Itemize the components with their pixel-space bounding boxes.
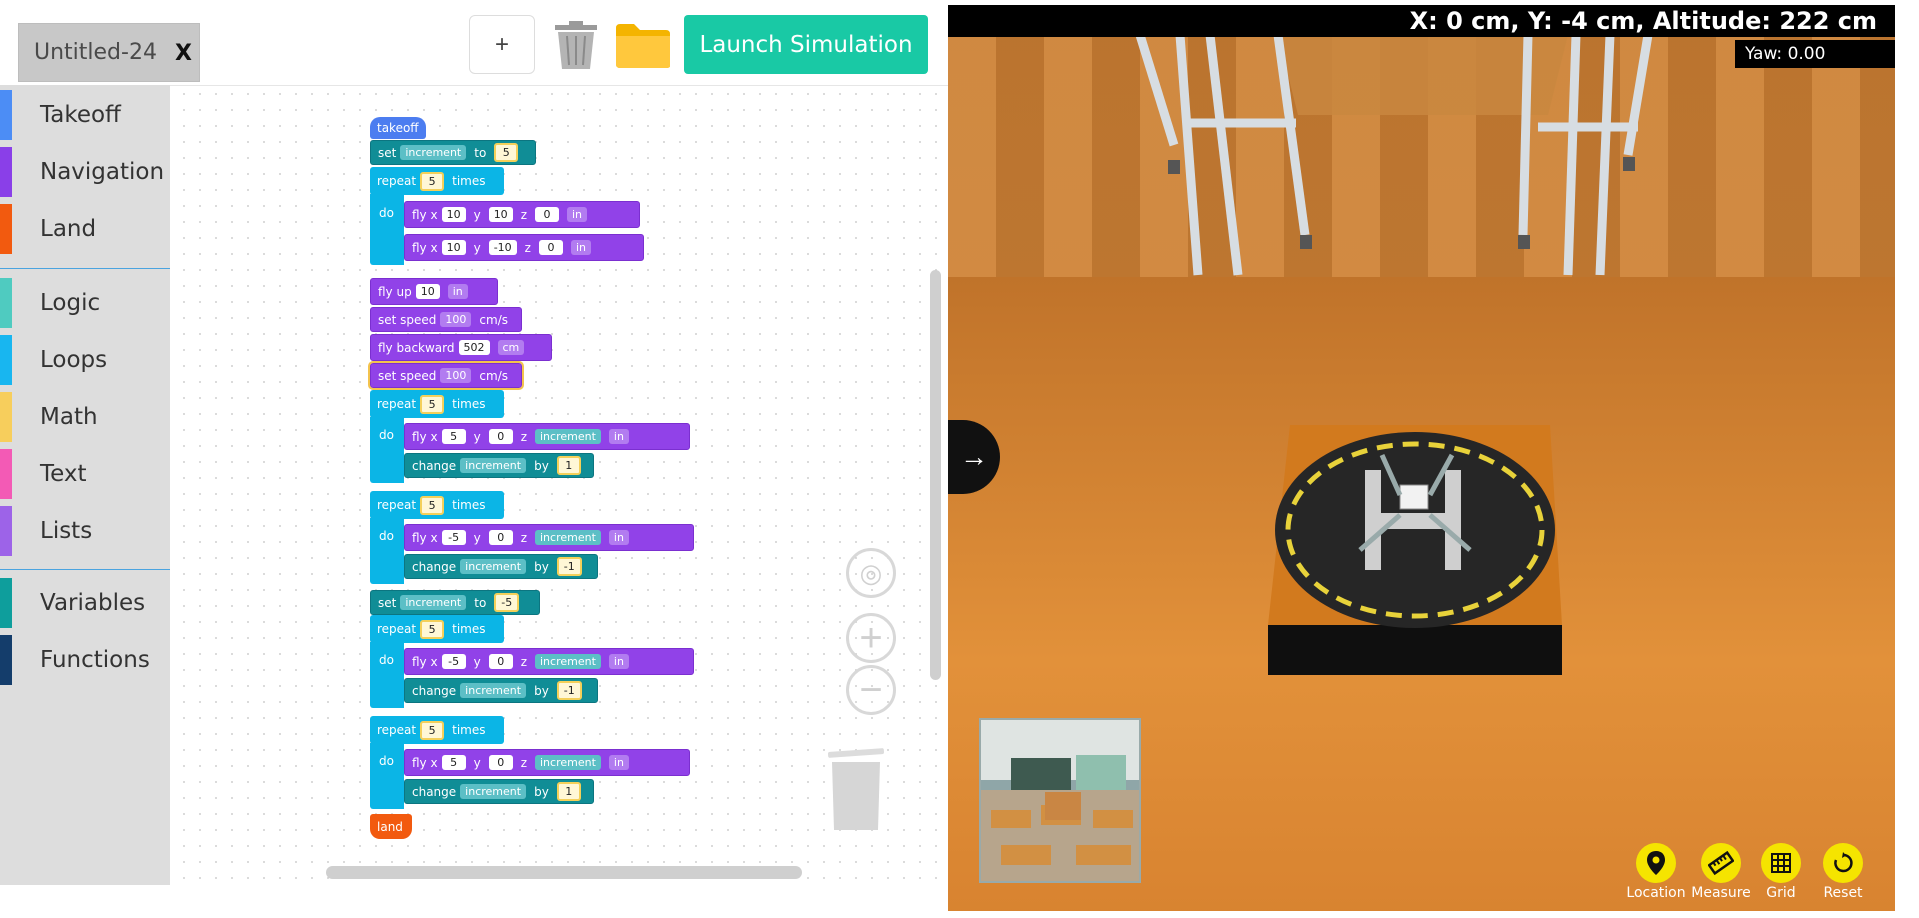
- workspace-trash-icon[interactable]: [826, 748, 886, 833]
- toolbox-category-math[interactable]: Math: [0, 392, 170, 442]
- change-variable-block[interactable]: change increment by 1: [404, 453, 594, 478]
- file-tab[interactable]: Untitled-24 X: [18, 23, 200, 82]
- recenter-icon[interactable]: ◎: [846, 548, 896, 598]
- horizontal-scrollbar[interactable]: [326, 866, 802, 879]
- toolbox-category-logic[interactable]: Logic: [0, 278, 170, 328]
- change-variable-block[interactable]: change increment by -1: [404, 554, 598, 579]
- toolbox-category-text[interactable]: Text: [0, 449, 170, 499]
- do-label: do: [379, 652, 394, 667]
- launch-simulation-button[interactable]: Launch Simulation: [684, 15, 928, 74]
- repeat-block[interactable]: repeat 5 times: [370, 716, 504, 744]
- toolbox-category-functions[interactable]: Functions: [0, 635, 170, 685]
- zoom-in-icon[interactable]: +: [846, 613, 896, 663]
- land-block[interactable]: land: [370, 814, 412, 839]
- zoom-out-icon[interactable]: −: [846, 665, 896, 715]
- grid-icon: [1761, 843, 1801, 883]
- position-readout: X: 0 cm, Y: -4 cm, Altitude: 222 cm: [948, 5, 1895, 37]
- repeat-block[interactable]: repeat 5 times: [370, 167, 504, 195]
- toolbox-category-variables[interactable]: Variables: [0, 578, 170, 628]
- toolbox-category-loops[interactable]: Loops: [0, 335, 170, 385]
- trash-icon[interactable]: [553, 20, 599, 70]
- location-tool[interactable]: Location: [1624, 843, 1688, 901]
- location-pin-icon: [1636, 843, 1676, 883]
- folder-icon[interactable]: [614, 22, 672, 70]
- takeoff-block[interactable]: takeoff: [370, 117, 426, 139]
- new-file-button[interactable]: +: [469, 15, 535, 74]
- toolbox-category-navigation[interactable]: Navigation: [0, 147, 170, 197]
- toolbox-separator: [0, 569, 170, 570]
- toolbox: Takeoff Navigation Land Logic Loops Math…: [0, 85, 170, 885]
- do-label: do: [379, 427, 394, 442]
- camera-thumbnail[interactable]: [979, 718, 1141, 883]
- fly-xyz-block[interactable]: fly x 5 y 0 z increment in: [404, 749, 690, 776]
- set-variable-block[interactable]: set increment to 5: [370, 140, 536, 165]
- yaw-readout: Yaw: 0.00: [1735, 40, 1895, 68]
- file-tab-name: Untitled-24: [34, 40, 157, 65]
- do-label: do: [379, 528, 394, 543]
- grid-tool[interactable]: Grid: [1749, 843, 1813, 901]
- code-editor: Untitled-24 X + Launch Simulation Takeof…: [0, 0, 948, 918]
- repeat-block[interactable]: repeat 5 times: [370, 491, 504, 519]
- reset-tool[interactable]: Reset: [1811, 843, 1875, 901]
- toolbox-separator: [0, 268, 170, 269]
- set-variable-block[interactable]: set increment to -5: [370, 590, 540, 615]
- simulation-viewport[interactable]: X: 0 cm, Y: -4 cm, Altitude: 222 cm Yaw:…: [948, 5, 1895, 911]
- toolbox-category-land[interactable]: Land: [0, 204, 170, 254]
- measure-tool[interactable]: Measure: [1689, 843, 1753, 901]
- fly-xyz-block[interactable]: fly x -5 y 0 z increment in: [404, 524, 694, 551]
- do-label: do: [379, 753, 394, 768]
- repeat-block[interactable]: repeat 5 times: [370, 390, 504, 418]
- fly-xyz-block[interactable]: fly x 10 y 10 z 0 in: [404, 201, 640, 228]
- fly-backward-block[interactable]: fly backward 502 cm: [370, 334, 552, 361]
- repeat-block[interactable]: repeat 5 times: [370, 615, 504, 643]
- change-variable-block[interactable]: change increment by 1: [404, 779, 594, 804]
- ruler-icon: [1701, 843, 1741, 883]
- toolbox-category-lists[interactable]: Lists: [0, 506, 170, 556]
- reset-icon: [1823, 843, 1863, 883]
- fly-xyz-block[interactable]: fly x -5 y 0 z increment in: [404, 648, 694, 675]
- set-speed-block-selected[interactable]: set speed 100 cm/s: [368, 361, 524, 390]
- fly-xyz-block[interactable]: fly x 10 y -10 z 0 in: [404, 234, 644, 261]
- set-speed-block[interactable]: set speed 100 cm/s: [370, 307, 522, 332]
- fly-xyz-block[interactable]: fly x 5 y 0 z increment in: [404, 423, 690, 450]
- vertical-scrollbar[interactable]: [930, 270, 941, 680]
- helipad-image: [1268, 425, 1562, 675]
- change-variable-block[interactable]: change increment by -1: [404, 678, 598, 703]
- fly-up-block[interactable]: fly up 10 in: [370, 278, 498, 305]
- do-label: do: [379, 205, 394, 220]
- toolbox-category-takeoff[interactable]: Takeoff: [0, 90, 170, 140]
- close-tab-button[interactable]: X: [175, 41, 192, 66]
